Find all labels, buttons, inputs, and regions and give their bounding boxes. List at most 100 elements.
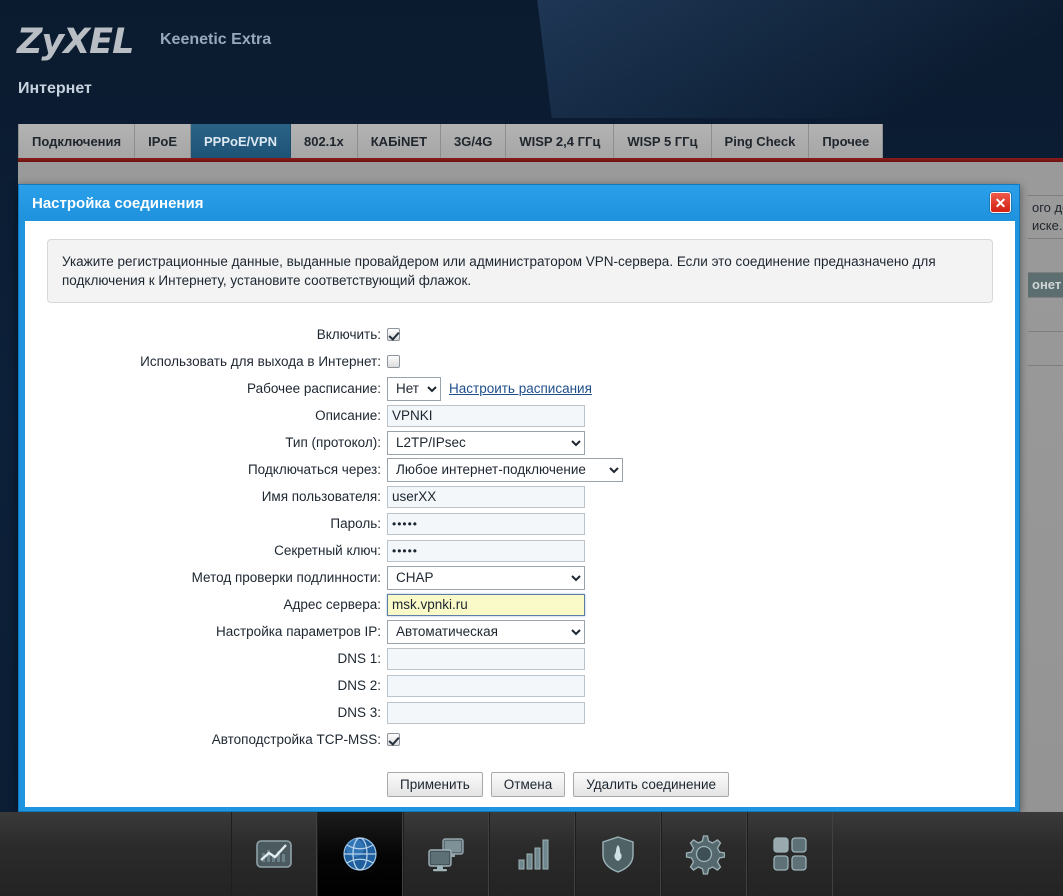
dns3-input[interactable]: [387, 702, 585, 724]
dialog-title-text: Настройка соединения: [32, 195, 203, 212]
system-monitor-icon: [253, 833, 295, 875]
close-icon[interactable]: ✕: [990, 192, 1011, 213]
background-row-spacer-4: [1028, 332, 1063, 366]
ip-settings-label: Настройка параметров IP:: [25, 624, 387, 639]
schedule-select[interactable]: Нет: [387, 377, 441, 401]
tab-item[interactable]: Подключения: [18, 124, 135, 158]
dock-cell[interactable]: [747, 812, 833, 896]
tab-list: Подключения IPoE PPPoE/VPN 802.1x КАБiNET 3G/…: [18, 124, 883, 158]
dock-icon-list: [231, 812, 833, 896]
dns2-label: DNS 2:: [25, 678, 387, 693]
tab-item[interactable]: КАБiNET: [358, 124, 441, 158]
field-row-secret-key: Секретный ключ:: [25, 537, 1015, 564]
background-row-spacer-2: [1028, 239, 1063, 273]
tcp-mss-label: Автоподстройка TCP-MSS:: [25, 732, 387, 747]
dock-cell[interactable]: [403, 812, 489, 896]
field-row-password: Пароль:: [25, 510, 1015, 537]
dock-cell[interactable]: [317, 812, 403, 896]
dock-cell[interactable]: [575, 812, 661, 896]
background-settings-panel: ого до иске. онет: [1028, 162, 1063, 366]
field-row-description: Описание:: [25, 402, 1015, 429]
delete-connection-button[interactable]: Удалить соединение: [573, 772, 729, 797]
tab-label: Прочее: [822, 134, 869, 149]
background-text-row: ого до иске.: [1028, 196, 1063, 239]
ip-settings-select[interactable]: Автоматическая: [387, 620, 585, 644]
gear-settings-icon: [683, 833, 725, 875]
enable-checkbox[interactable]: [387, 328, 400, 341]
tab-item[interactable]: IPoE: [135, 124, 191, 158]
auth-method-select[interactable]: CHAP: [387, 566, 585, 590]
username-label: Имя пользователя:: [25, 489, 387, 504]
tab-label: Ping Check: [725, 134, 796, 149]
tab-item[interactable]: WISP 5 ГГц: [614, 124, 711, 158]
background-row-spacer: [1028, 162, 1063, 196]
globe-internet-icon: [339, 833, 381, 875]
dialog-button-row: Применить Отмена Удалить соединение: [25, 772, 1015, 797]
field-row-protocol: Тип (протокол): L2TP/IPsec: [25, 429, 1015, 456]
tab-label: WISP 2,4 ГГц: [519, 134, 600, 149]
secret-key-label: Секретный ключ:: [25, 543, 387, 558]
field-row-dns2: DNS 2:: [25, 672, 1015, 699]
field-row-ip-settings: Настройка параметров IP: Автоматическая: [25, 618, 1015, 645]
tcp-mss-checkbox[interactable]: [387, 733, 400, 746]
protocol-label: Тип (протокол):: [25, 435, 387, 450]
dns1-label: DNS 1:: [25, 651, 387, 666]
field-row-schedule: Рабочее расписание: Нет Настроить распис…: [25, 375, 1015, 402]
field-row-username: Имя пользователя:: [25, 483, 1015, 510]
tab-item[interactable]: 802.1x: [291, 124, 358, 158]
apply-button[interactable]: Применить: [387, 772, 483, 797]
field-row-server-address: Адрес сервера:: [25, 591, 1015, 618]
password-label: Пароль:: [25, 516, 387, 531]
dialog-title-bar: Настройка соединения: [19, 185, 1019, 221]
tab-item[interactable]: Прочее: [809, 124, 883, 158]
dns2-input[interactable]: [387, 675, 585, 697]
server-address-input[interactable]: [387, 594, 585, 616]
connect-through-select[interactable]: Любое интернет-подключение: [387, 458, 623, 482]
tab-bar: Подключения IPoE PPPoE/VPN 802.1x КАБiNET 3G/…: [0, 124, 1063, 158]
background-text-line-2: иске.: [1032, 217, 1063, 235]
firewall-shield-icon: [597, 833, 639, 875]
dock-cell[interactable]: [661, 812, 747, 896]
router-web-ui: ZyXEL Keenetic Extra Интернет Подключени…: [0, 0, 1063, 896]
header-sheen-decoration: [529, 0, 1063, 118]
tab-item[interactable]: 3G/4G: [441, 124, 506, 158]
background-highlight-row: онет: [1028, 273, 1063, 298]
use-for-internet-checkbox[interactable]: [387, 355, 400, 368]
tab-label: IPoE: [148, 134, 177, 149]
connection-settings-dialog: Настройка соединения ✕ Укажите регистрац…: [18, 184, 1020, 812]
tab-item[interactable]: WISP 2,4 ГГц: [506, 124, 614, 158]
dns1-input[interactable]: [387, 648, 585, 670]
tab-item[interactable]: Ping Check: [712, 124, 810, 158]
home-network-icon: [425, 833, 467, 875]
description-input[interactable]: [387, 405, 585, 427]
enable-label: Включить:: [25, 327, 387, 342]
tab-label: PPPoE/VPN: [204, 134, 277, 149]
apps-grid-icon: [769, 833, 811, 875]
username-input[interactable]: [387, 486, 585, 508]
dock-cell[interactable]: [489, 812, 575, 896]
secret-key-input[interactable]: [387, 540, 585, 562]
configure-schedules-link[interactable]: Настроить расписания: [449, 381, 592, 396]
dock-cell[interactable]: [231, 812, 317, 896]
password-input[interactable]: [387, 513, 585, 535]
use-for-internet-label: Использовать для выхода в Интернет:: [25, 354, 387, 369]
zyxel-logo-text: ZyXEL: [17, 22, 133, 62]
router-model-label: Keenetic Extra: [160, 31, 271, 49]
tab-label: WISP 5 ГГц: [627, 134, 697, 149]
field-row-enable: Включить:: [25, 321, 1015, 348]
field-row-tcp-mss: Автоподстройка TCP-MSS:: [25, 726, 1015, 753]
tab-item[interactable]: PPPoE/VPN: [191, 124, 291, 158]
tab-label: КАБiNET: [371, 134, 427, 149]
protocol-select[interactable]: L2TP/IPsec: [387, 431, 585, 455]
dialog-notice-text: Укажите регистрационные данные, выданные…: [47, 239, 993, 303]
field-row-dns3: DNS 3:: [25, 699, 1015, 726]
field-row-use-for-internet: Использовать для выхода в Интернет:: [25, 348, 1015, 375]
description-label: Описание:: [25, 408, 387, 423]
server-address-label: Адрес сервера:: [25, 597, 387, 612]
cancel-button[interactable]: Отмена: [491, 772, 565, 797]
field-row-connect-through: Подключаться через: Любое интернет-подкл…: [25, 456, 1015, 483]
field-row-auth-method: Метод проверки подлинности: CHAP: [25, 564, 1015, 591]
background-text-line-1: ого до: [1032, 199, 1063, 217]
wifi-signal-icon: [511, 833, 553, 875]
bottom-dock: [0, 812, 1063, 896]
